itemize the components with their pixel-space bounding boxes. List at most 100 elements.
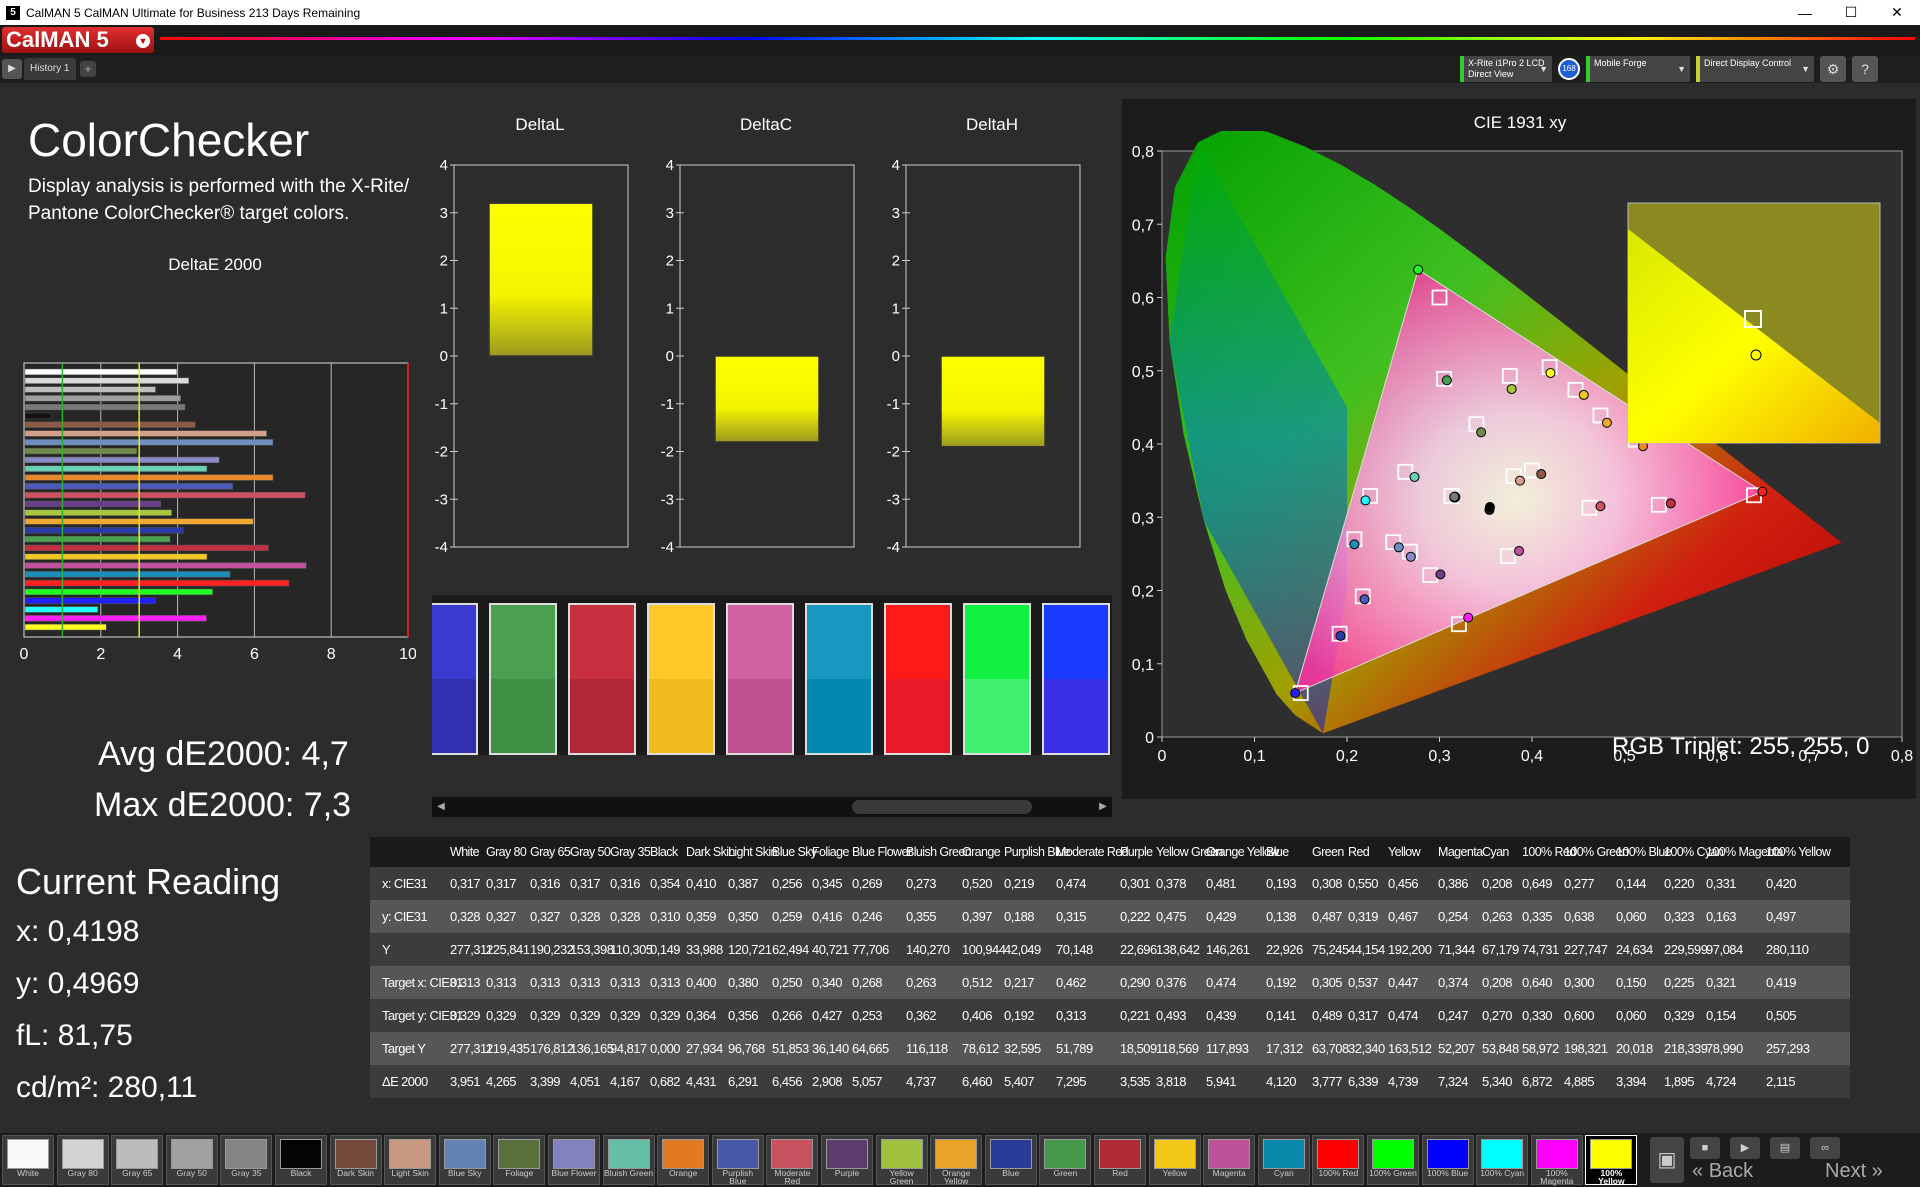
bottom-swatch[interactable]: Magenta bbox=[1203, 1135, 1256, 1185]
stop-icon[interactable]: ■ bbox=[1690, 1137, 1720, 1159]
scroll-right-icon[interactable]: ▶ bbox=[1096, 799, 1110, 815]
swatch-item[interactable]: Magenta bbox=[726, 603, 794, 755]
column-header[interactable]: Gray 50 bbox=[570, 837, 611, 867]
column-header[interactable]: Cyan bbox=[1482, 837, 1509, 867]
bottom-swatch[interactable]: Moderate Red bbox=[766, 1135, 819, 1186]
bottom-swatch[interactable]: Gray 35 bbox=[220, 1135, 273, 1185]
brand-menu-button[interactable]: CalMAN 5 ▼ bbox=[2, 27, 154, 53]
meter-badge[interactable]: 168 bbox=[1558, 58, 1580, 80]
table-cell: 0,263 bbox=[906, 975, 937, 990]
table-cell: 153,398 bbox=[570, 942, 614, 957]
save-icon[interactable]: ▤ bbox=[1770, 1137, 1800, 1159]
swatch-item[interactable]: 100% Red bbox=[884, 603, 952, 755]
deltae-bar bbox=[24, 509, 172, 516]
column-header[interactable]: Yellow bbox=[1388, 837, 1421, 867]
swatch-scrollbar[interactable]: ◀ ▶ bbox=[432, 797, 1112, 817]
bottom-swatch[interactable]: Light Skin bbox=[384, 1135, 437, 1185]
next-button[interactable]: Next » bbox=[1825, 1160, 1883, 1183]
bottom-swatch[interactable]: 100% Blue bbox=[1421, 1135, 1474, 1185]
bottom-swatch[interactable]: 100% Magenta bbox=[1530, 1135, 1583, 1185]
display-select[interactable]: Direct Display Control ▼ bbox=[1696, 56, 1814, 82]
swatch-item[interactable]: 100% Green bbox=[963, 603, 1031, 755]
bottom-swatch[interactable]: Cyan bbox=[1257, 1135, 1310, 1185]
bottom-swatch[interactable]: Orange bbox=[657, 1135, 710, 1185]
bottom-swatch[interactable]: 100% Cyan bbox=[1476, 1135, 1529, 1185]
table-cell: 4,737 bbox=[906, 1074, 937, 1089]
bottom-swatch[interactable]: White bbox=[2, 1135, 54, 1185]
bottom-swatch[interactable]: Gray 80 bbox=[56, 1135, 109, 1185]
column-header[interactable]: Orange bbox=[962, 837, 1001, 867]
bottom-swatch[interactable]: Bluish Green bbox=[602, 1135, 655, 1185]
meter-select[interactable]: X-Rite i1Pro 2 LCD Direct View ▼ bbox=[1460, 56, 1552, 82]
bottom-swatch[interactable]: 100% Green bbox=[1367, 1135, 1419, 1185]
column-header[interactable]: Light Skin bbox=[728, 837, 778, 867]
column-header[interactable]: Gray 80 bbox=[486, 837, 527, 867]
bottom-swatch[interactable]: Orange Yellow bbox=[930, 1135, 983, 1185]
table-cell: 0,321 bbox=[1706, 975, 1737, 990]
swatch-item[interactable]: 100% Blue bbox=[1042, 603, 1110, 755]
bottom-swatch[interactable]: Blue bbox=[984, 1135, 1037, 1185]
column-header[interactable]: Green bbox=[1312, 837, 1344, 867]
column-header[interactable]: Gray 65 bbox=[530, 837, 571, 867]
swatch-item[interactable]: Red bbox=[568, 603, 636, 755]
add-tab-button[interactable]: + bbox=[80, 61, 96, 77]
record-button[interactable]: ▣ bbox=[1650, 1137, 1684, 1183]
column-header[interactable]: Blue Sky bbox=[772, 837, 817, 867]
table-cell: 0,330 bbox=[1522, 1008, 1553, 1023]
settings-gear-icon[interactable]: ⚙ bbox=[1820, 56, 1846, 82]
swatch-item[interactable]: Green bbox=[489, 603, 557, 755]
column-header[interactable]: Black bbox=[650, 837, 678, 867]
column-header[interactable]: Blue Flower bbox=[852, 837, 912, 867]
scrollbar-thumb[interactable] bbox=[852, 800, 1032, 814]
column-header[interactable]: Moderate Red bbox=[1056, 837, 1129, 867]
tab-history-1[interactable]: History 1 bbox=[24, 58, 76, 80]
play-icon[interactable]: ▶ bbox=[1730, 1137, 1760, 1159]
loop-icon[interactable]: ∞ bbox=[1810, 1137, 1840, 1159]
deltae-bar bbox=[24, 447, 137, 455]
bottom-swatch[interactable]: Blue Flower bbox=[548, 1135, 600, 1185]
bottom-swatch[interactable]: Black bbox=[275, 1135, 327, 1185]
back-button[interactable]: « Back bbox=[1692, 1160, 1753, 1183]
swatch-item[interactable]: Cyan bbox=[805, 603, 873, 755]
help-icon[interactable]: ? bbox=[1852, 56, 1878, 82]
bottom-swatch[interactable]: Gray 65 bbox=[111, 1135, 164, 1185]
table-cell: 32,595 bbox=[1004, 1041, 1041, 1056]
bottom-swatch-label: Moderate Red bbox=[774, 1168, 811, 1186]
column-header[interactable]: White bbox=[450, 837, 480, 867]
bottom-swatch[interactable]: 100% Red bbox=[1312, 1135, 1365, 1185]
table-header: White Gray 80 Gray 65 Gray 50 Gray 35 Black Da… bbox=[370, 837, 1850, 867]
column-header[interactable]: Purple bbox=[1120, 837, 1153, 867]
meter-label: X-Rite i1Pro 2 LCD Direct View bbox=[1468, 58, 1545, 79]
bottom-swatch[interactable]: Yellow Green bbox=[875, 1135, 928, 1185]
bottom-swatch[interactable]: Dark Skin bbox=[329, 1135, 382, 1185]
bottom-swatch[interactable]: Purple bbox=[821, 1135, 873, 1185]
column-header[interactable]: Magenta bbox=[1438, 837, 1483, 867]
swatch-item[interactable]: e bbox=[432, 603, 478, 755]
minimize-button[interactable]: — bbox=[1782, 5, 1828, 21]
bottom-swatch[interactable]: Gray 50 bbox=[165, 1135, 218, 1185]
column-header[interactable]: Foliage bbox=[812, 837, 849, 867]
bottom-swatch[interactable]: Red bbox=[1094, 1135, 1146, 1185]
table-cell: 0,512 bbox=[962, 975, 993, 990]
bottom-swatch[interactable]: Foliage bbox=[493, 1135, 546, 1185]
scroll-left-icon[interactable]: ◀ bbox=[434, 799, 448, 815]
swatch-item[interactable]: Yellow bbox=[647, 603, 715, 755]
bottom-swatch-color bbox=[7, 1139, 49, 1169]
play-icon[interactable]: ▶ bbox=[2, 59, 22, 79]
table-row: Target x: CIE31 0,313 0,313 0,313 0,313 0,313… bbox=[370, 966, 1850, 999]
column-header[interactable]: Red bbox=[1348, 837, 1370, 867]
column-header[interactable]: 100% Blue bbox=[1616, 837, 1672, 867]
bottom-swatch[interactable]: Purplish Blue bbox=[711, 1135, 764, 1185]
column-header[interactable]: Gray 35 bbox=[610, 837, 651, 867]
close-button[interactable]: ✕ bbox=[1874, 4, 1920, 21]
maximize-button[interactable]: ☐ bbox=[1828, 4, 1874, 21]
source-select[interactable]: Mobile Forge ▼ bbox=[1586, 56, 1690, 82]
table-cell: 219,435 bbox=[486, 1041, 530, 1056]
bottom-swatch[interactable]: 100% Yellow bbox=[1585, 1135, 1638, 1185]
bottom-swatch[interactable]: Blue Sky bbox=[438, 1135, 491, 1185]
table-cell: 0,221 bbox=[1120, 1008, 1151, 1023]
column-header[interactable]: Blue bbox=[1266, 837, 1289, 867]
bottom-swatch[interactable]: Green bbox=[1039, 1135, 1092, 1185]
column-header[interactable]: 100% Yellow bbox=[1766, 837, 1831, 867]
bottom-swatch[interactable]: Yellow bbox=[1148, 1135, 1201, 1185]
